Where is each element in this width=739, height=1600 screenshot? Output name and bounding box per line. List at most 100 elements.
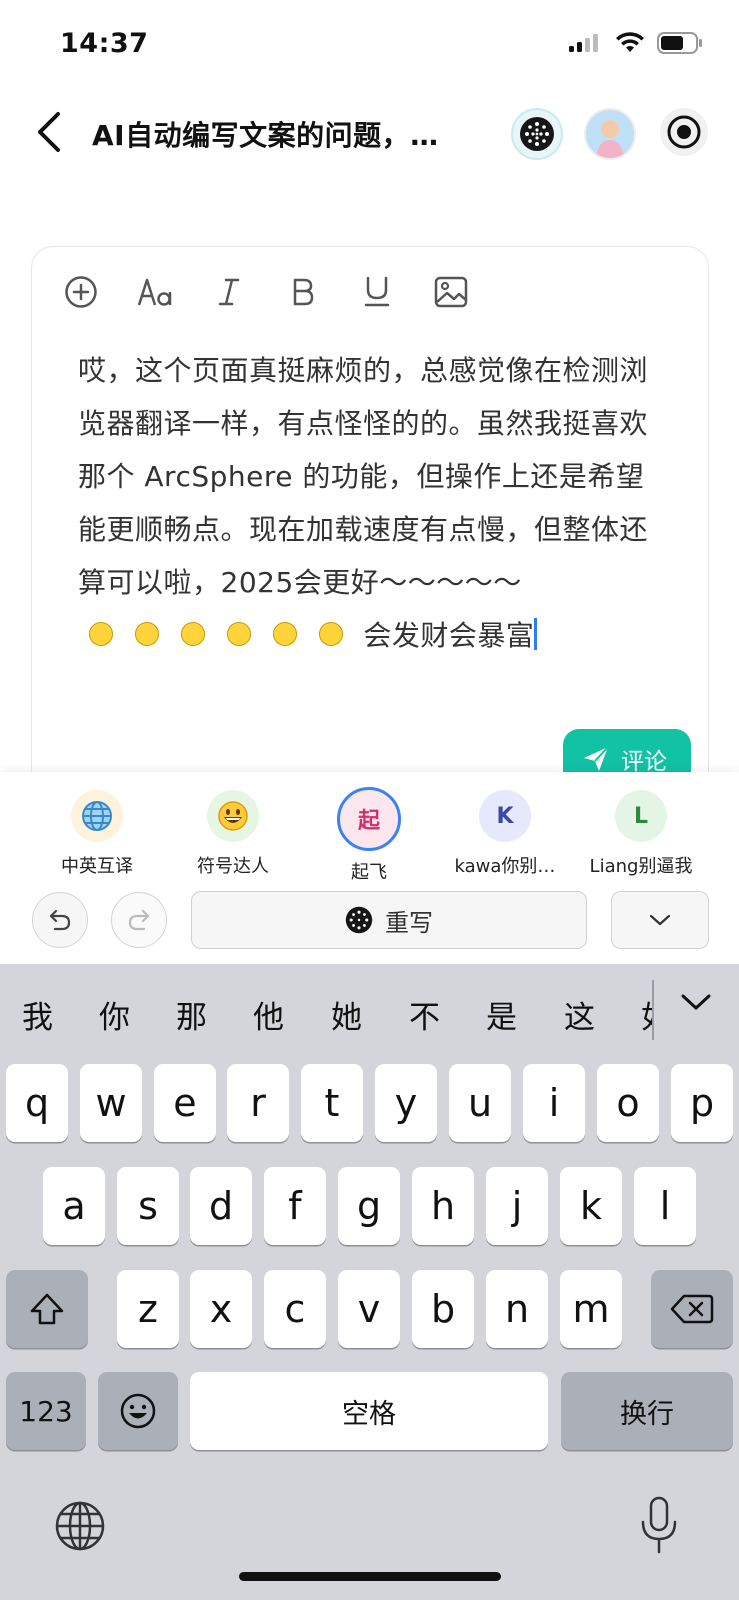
back-button[interactable]: [32, 110, 72, 154]
candidate[interactable]: 她: [331, 992, 362, 1037]
key-q[interactable]: q: [6, 1064, 68, 1142]
key-v[interactable]: v: [338, 1270, 400, 1348]
grin-emoji-icon: [207, 790, 259, 842]
underline-button[interactable]: [354, 269, 400, 315]
emoji-key[interactable]: [98, 1372, 178, 1450]
persona-symbols[interactable]: 符号达人: [168, 790, 298, 878]
persona-label: kawa你别…: [454, 856, 556, 877]
key-n[interactable]: n: [486, 1270, 548, 1348]
key-z[interactable]: z: [117, 1270, 179, 1348]
candidate[interactable]: 是: [486, 992, 517, 1037]
candidates-expand-button[interactable]: [680, 992, 712, 1016]
comment-text[interactable]: 哎，这个页面真挺麻烦的，总感觉像在检测浏览器翻译一样，有点怪怪的的。虽然我挺喜欢…: [78, 344, 658, 662]
space-key[interactable]: 空格: [190, 1372, 548, 1450]
italic-button[interactable]: [206, 269, 252, 315]
persona-avatar: K: [479, 790, 531, 842]
font-size-button[interactable]: [132, 269, 178, 315]
globe-icon: [71, 790, 123, 842]
key-h[interactable]: h: [412, 1167, 474, 1245]
persona-translate[interactable]: 中英互译: [32, 790, 162, 878]
send-icon: [584, 746, 609, 771]
redo-icon: [128, 909, 150, 931]
candidate[interactable]: 我: [22, 992, 53, 1037]
comment-tail: 会发财会暴富: [363, 619, 535, 652]
comment-body: 哎，这个页面真挺麻烦的，总感觉像在检测浏览器翻译一样，有点怪怪的的。虽然我挺喜欢…: [78, 354, 649, 599]
key-t[interactable]: t: [301, 1064, 363, 1142]
key-g[interactable]: g: [338, 1167, 400, 1245]
candidate[interactable]: 那: [176, 992, 207, 1037]
record-button[interactable]: [660, 108, 708, 156]
candidate[interactable]: 不: [409, 992, 440, 1037]
undo-button[interactable]: [32, 892, 88, 948]
italic-icon: [218, 278, 240, 306]
persona-label: Liang别逼我: [589, 856, 693, 877]
insert-button[interactable]: [58, 269, 104, 315]
rewrite-label: 重写: [385, 908, 433, 937]
user-avatar[interactable]: [584, 108, 636, 160]
language-switch-button[interactable]: [54, 1500, 106, 1556]
globe-icon: [55, 1501, 105, 1551]
persona-avatar: 起: [337, 787, 401, 851]
grin-emoji-icon: [135, 622, 159, 646]
candidate[interactable]: 如: [641, 992, 652, 1037]
grin-emoji-icon: [273, 622, 297, 646]
comment-editor[interactable]: 哎，这个页面真挺麻烦的，总感觉像在检测浏览器翻译一样，有点怪怪的的。虽然我挺喜欢…: [31, 246, 709, 808]
bold-button[interactable]: [280, 269, 326, 315]
avatar-icon: [586, 110, 634, 158]
image-icon: [434, 276, 468, 308]
wifi-icon: [616, 32, 644, 52]
text-caret: [534, 618, 538, 650]
image-button[interactable]: [428, 269, 474, 315]
key-j[interactable]: j: [486, 1167, 548, 1245]
sparkle-dots-icon: [345, 906, 373, 934]
signal-icon: [569, 34, 598, 52]
return-key[interactable]: 换行: [561, 1372, 733, 1450]
persona-kawa[interactable]: K kawa你别…: [440, 790, 570, 878]
persona-label: 起飞: [351, 862, 387, 883]
key-i[interactable]: i: [523, 1064, 585, 1142]
backspace-key[interactable]: [651, 1270, 733, 1348]
key-m[interactable]: m: [560, 1270, 622, 1348]
redo-button[interactable]: [111, 892, 167, 948]
rewrite-button[interactable]: 重写: [191, 891, 587, 949]
persona-avatar: L: [615, 790, 667, 842]
key-y[interactable]: y: [375, 1064, 437, 1142]
key-r[interactable]: r: [227, 1064, 289, 1142]
persona-takeoff[interactable]: 起 起飞: [304, 787, 434, 884]
persona-label: 符号达人: [197, 856, 269, 877]
key-s[interactable]: s: [117, 1167, 179, 1245]
sparkle-dots-icon: [520, 117, 554, 151]
key-x[interactable]: x: [190, 1270, 252, 1348]
key-o[interactable]: o: [597, 1064, 659, 1142]
comment-label: 评论: [621, 749, 667, 775]
key-w[interactable]: w: [80, 1064, 142, 1142]
arcsphere-ai-button[interactable]: [511, 108, 563, 160]
status-icons: [569, 32, 703, 54]
grin-emoji-icon: [319, 622, 343, 646]
expand-options-button[interactable]: [611, 891, 709, 949]
undo-icon: [49, 909, 71, 931]
key-a[interactable]: a: [43, 1167, 105, 1245]
candidate-divider: [652, 980, 654, 1040]
numbers-key[interactable]: 123: [6, 1372, 86, 1450]
key-p[interactable]: p: [671, 1064, 733, 1142]
key-l[interactable]: l: [634, 1167, 696, 1245]
status-time: 14:37: [60, 28, 149, 59]
persona-liang[interactable]: L Liang别逼我: [576, 790, 706, 878]
key-u[interactable]: u: [449, 1064, 511, 1142]
key-d[interactable]: d: [190, 1167, 252, 1245]
key-b[interactable]: b: [412, 1270, 474, 1348]
record-icon: [667, 115, 701, 149]
persona-label: 中英互译: [61, 856, 133, 877]
candidate[interactable]: 这: [564, 992, 595, 1037]
key-e[interactable]: e: [154, 1064, 216, 1142]
candidate[interactable]: 你: [99, 992, 130, 1037]
chevron-down-icon: [649, 914, 671, 926]
grin-emoji-icon: [89, 622, 113, 646]
key-c[interactable]: c: [264, 1270, 326, 1348]
key-k[interactable]: k: [560, 1167, 622, 1245]
key-f[interactable]: f: [264, 1167, 326, 1245]
candidate[interactable]: 他: [253, 992, 284, 1037]
dictation-button[interactable]: [640, 1496, 678, 1558]
shift-key[interactable]: [6, 1270, 88, 1348]
